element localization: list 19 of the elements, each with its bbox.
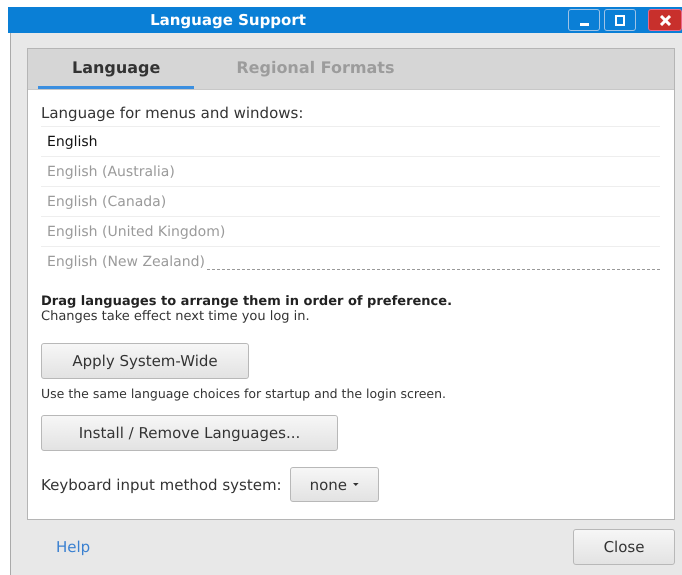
close-button[interactable]: Close: [573, 529, 675, 565]
apply-button[interactable]: Apply System-Wide: [41, 343, 249, 379]
drag-hint: Drag languages to arrange them in order of preference.: [41, 294, 454, 309]
close-button[interactable]: [648, 9, 682, 31]
restart-note: Changes take effect next time you log in.: [41, 309, 311, 324]
maximize-button[interactable]: [604, 9, 636, 31]
input-method-label: Keyboard input method system:: [41, 476, 282, 494]
minimize-icon: [580, 22, 588, 26]
dropdown-arrow-icon: [353, 482, 359, 487]
minimize-button[interactable]: [568, 9, 600, 31]
window-title: Language Support: [149, 11, 307, 29]
close-icon: [660, 14, 670, 26]
input-method-dropdown[interactable]: none: [290, 467, 379, 502]
tab[interactable]: Language: [38, 49, 194, 89]
maximize-icon: [615, 14, 625, 26]
language-item[interactable]: English: [47, 134, 98, 150]
apply-note: Use the same language choices for startup and the login screen.: [41, 386, 447, 401]
install-button[interactable]: Install / Remove Languages...: [41, 415, 338, 451]
section-heading: Language for menus and windows:: [41, 104, 304, 122]
